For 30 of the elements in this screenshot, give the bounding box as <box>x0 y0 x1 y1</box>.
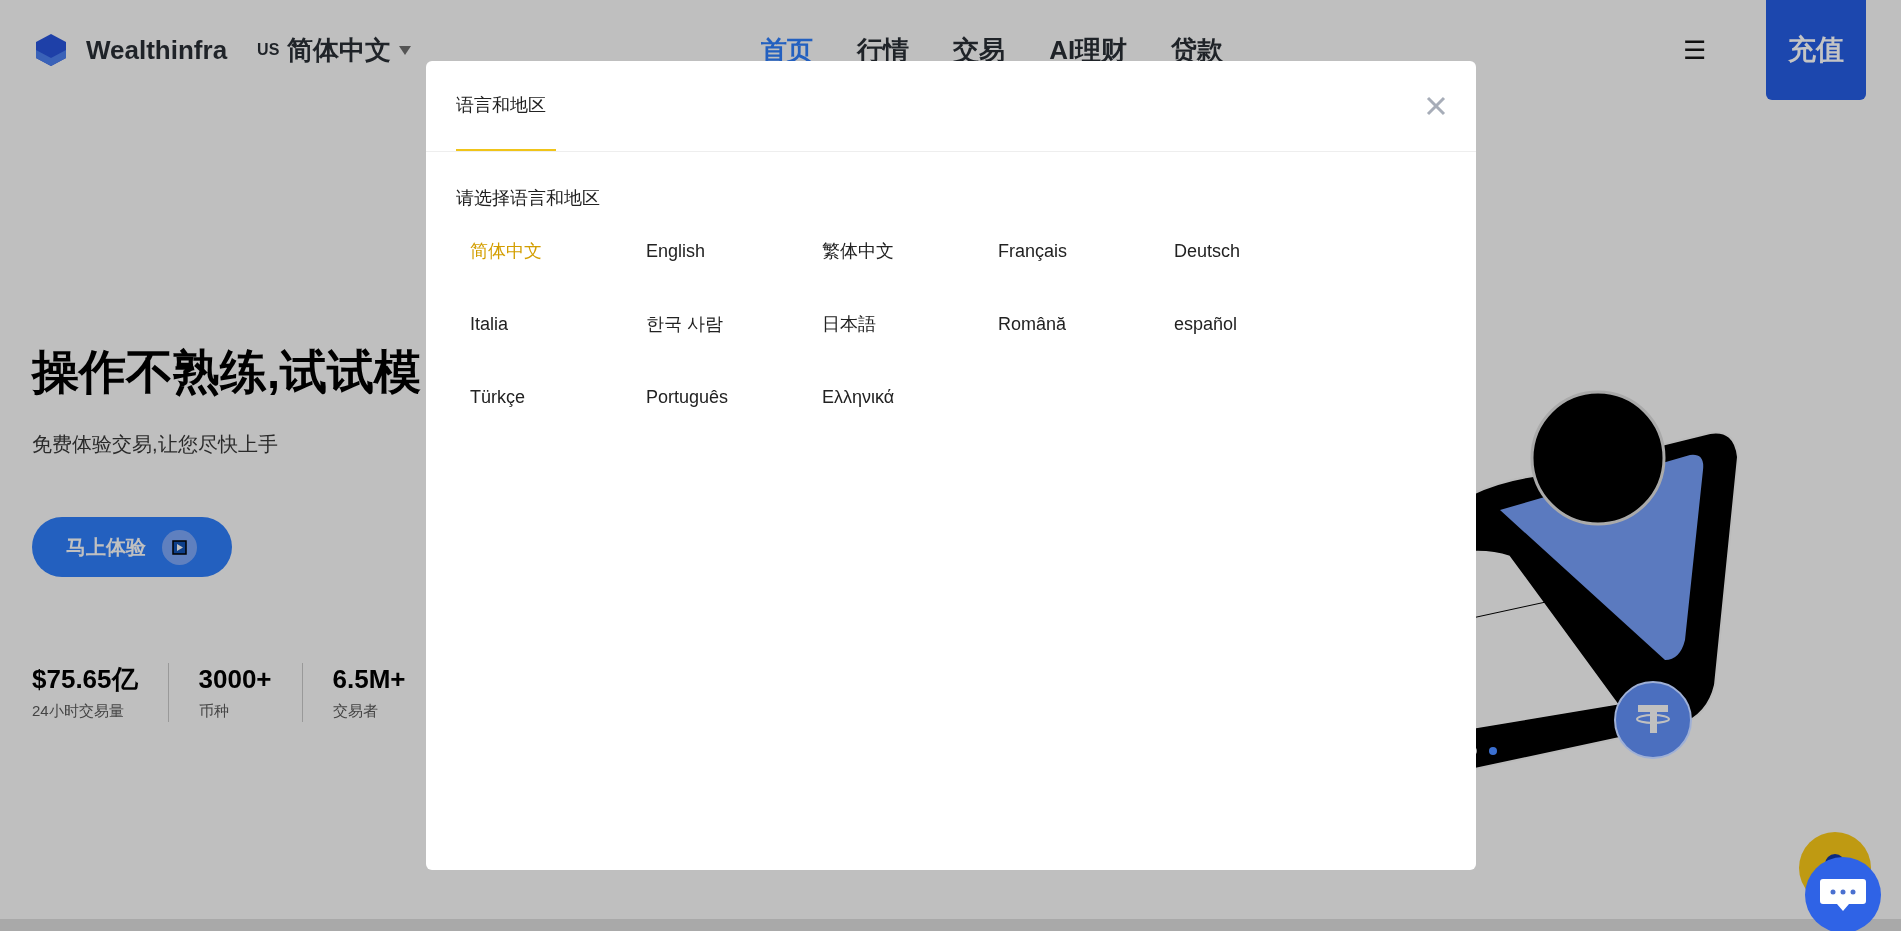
language-option[interactable]: Deutsch <box>1174 238 1241 265</box>
stat-value: 3000+ <box>198 663 272 696</box>
hero-subtitle: 免费体验交易,让您尽快上手 <box>32 432 279 457</box>
language-option[interactable]: English <box>646 238 706 265</box>
stat-value: $75.65亿 <box>32 663 138 696</box>
caret-icon <box>399 45 412 55</box>
cube-logo-icon <box>36 34 66 66</box>
chat-support-icon[interactable] <box>1799 832 1881 931</box>
stat-label: 交易者 <box>332 700 379 721</box>
menu-button[interactable]: ☰ <box>1683 30 1706 70</box>
language-option[interactable]: Français <box>998 238 1068 265</box>
language-option[interactable]: Türkçe <box>470 384 525 411</box>
stat-label: 24小时交易量 <box>32 700 125 721</box>
dialog-prompt: 请选择语言和地区 <box>455 187 601 210</box>
language-option[interactable]: Italia <box>470 311 509 338</box>
deposit-button[interactable]: 充值 <box>1766 0 1866 100</box>
stat-value: 6.5M+ <box>332 663 406 696</box>
language-option[interactable]: Română <box>998 311 1067 338</box>
dialog-tab[interactable]: 语言和地区 <box>456 61 556 151</box>
hero-title: 操作不熟练,试试模 <box>32 348 423 395</box>
language-option[interactable]: 繁体中文 <box>822 238 894 265</box>
language-option[interactable]: 한국 사람 <box>646 311 723 338</box>
language-option[interactable]: 日本語 <box>822 311 876 338</box>
brand-name[interactable]: Wealthinfra <box>86 30 228 70</box>
stat-label: 币种 <box>198 700 230 721</box>
language-option[interactable]: Ελληνικά <box>822 384 895 411</box>
language-option[interactable]: español <box>1174 311 1238 338</box>
language-option[interactable]: Português <box>646 384 729 411</box>
play-icon <box>162 529 197 565</box>
language-selector[interactable]: US 简体中文 <box>257 30 412 70</box>
